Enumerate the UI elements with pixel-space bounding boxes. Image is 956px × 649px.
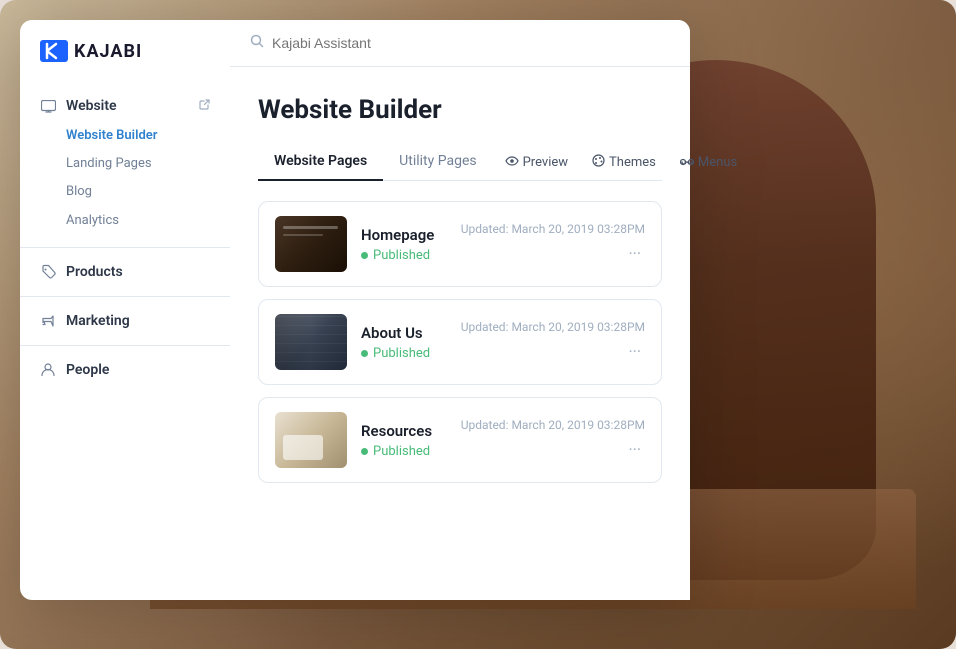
card-menu-aboutus[interactable]: ··· — [624, 338, 645, 365]
thumbnail-aboutus — [275, 314, 347, 370]
sidebar-item-landing-pages[interactable]: Landing Pages — [66, 150, 230, 178]
updated-homepage: Updated: March 20, 2019 03:28PM — [461, 222, 645, 236]
updated-aboutus: Updated: March 20, 2019 03:28PM — [461, 320, 645, 334]
sidebar-item-website[interactable]: Website — [20, 90, 230, 122]
status-resources: Published — [361, 444, 447, 459]
status-aboutus: Published — [361, 346, 447, 361]
status-homepage: Published — [361, 248, 447, 263]
search-input[interactable] — [272, 35, 670, 51]
page-card-homepage[interactable]: Homepage Published Updated: March 20, 20… — [258, 201, 662, 287]
website-section: Website Website Builder Landing Pages Bl… — [20, 86, 230, 239]
sidebar-item-products[interactable]: Products — [20, 256, 230, 288]
search-bar — [230, 20, 690, 67]
website-label: Website — [66, 98, 117, 114]
card-menu-resources[interactable]: ··· — [624, 436, 645, 463]
people-label: People — [66, 362, 109, 378]
status-dot-homepage — [361, 252, 368, 259]
thumbnail-homepage — [275, 216, 347, 272]
card-info-aboutus: About Us Published — [361, 324, 447, 361]
divider-3 — [20, 345, 230, 346]
thumbnail-resources — [275, 412, 347, 468]
products-label: Products — [66, 264, 123, 280]
eye-icon — [505, 155, 519, 170]
logo: KAJABI — [20, 40, 230, 86]
kajabi-logo-icon — [40, 40, 68, 62]
website-sub-items: Website Builder Landing Pages Blog Analy… — [20, 122, 230, 235]
card-info-resources: Resources Published — [361, 422, 447, 459]
logo-text: KAJABI — [74, 41, 142, 62]
card-info-homepage: Homepage Published — [361, 226, 447, 263]
updated-resources: Updated: March 20, 2019 03:28PM — [461, 418, 645, 432]
divider-1 — [20, 247, 230, 248]
preview-label: Preview — [523, 155, 568, 170]
status-label-homepage: Published — [373, 248, 430, 263]
external-link-icon — [199, 99, 210, 113]
sidebar-item-people[interactable]: People — [20, 354, 230, 386]
link-icon — [680, 155, 694, 170]
tab-utility-pages[interactable]: Utility Pages — [383, 145, 492, 181]
menus-action[interactable]: Menus — [668, 149, 749, 176]
card-right-resources: Updated: March 20, 2019 03:28PM ··· — [461, 418, 645, 463]
app-window: KAJABI Website — [20, 20, 690, 600]
themes-action[interactable]: Themes — [580, 148, 668, 177]
sidebar-item-analytics[interactable]: Analytics — [66, 207, 230, 235]
palette-icon — [592, 154, 605, 171]
status-label-resources: Published — [373, 444, 430, 459]
divider-2 — [20, 296, 230, 297]
main-panel: Website Builder Website Pages Utility Pa… — [230, 20, 690, 600]
menus-label: Menus — [698, 155, 737, 170]
tabs-bar: Website Pages Utility Pages Preview — [258, 145, 662, 181]
page-name-homepage: Homepage — [361, 226, 447, 244]
page-card-aboutus[interactable]: About Us Published Updated: March 20, 20… — [258, 299, 662, 385]
megaphone-icon — [40, 313, 56, 329]
sidebar-item-website-builder[interactable]: Website Builder — [66, 122, 230, 150]
status-label-aboutus: Published — [373, 346, 430, 361]
preview-action[interactable]: Preview — [493, 149, 580, 176]
themes-label: Themes — [609, 155, 656, 170]
monitor-icon — [40, 98, 56, 114]
tab-website-pages[interactable]: Website Pages — [258, 145, 383, 181]
sidebar: KAJABI Website — [20, 20, 230, 600]
card-right-homepage: Updated: March 20, 2019 03:28PM ··· — [461, 222, 645, 267]
page-title: Website Builder — [258, 95, 662, 125]
status-dot-resources — [361, 448, 368, 455]
page-card-resources[interactable]: Resources Published Updated: March 20, 2… — [258, 397, 662, 483]
marketing-label: Marketing — [66, 313, 130, 329]
content-area: Website Builder Website Pages Utility Pa… — [230, 67, 690, 600]
status-dot-aboutus — [361, 350, 368, 357]
person-icon — [40, 362, 56, 378]
sidebar-item-blog[interactable]: Blog — [66, 178, 230, 206]
search-icon — [250, 34, 264, 52]
page-name-resources: Resources — [361, 422, 447, 440]
card-right-aboutus: Updated: March 20, 2019 03:28PM ··· — [461, 320, 645, 365]
card-menu-homepage[interactable]: ··· — [624, 240, 645, 267]
tag-icon — [40, 264, 56, 280]
sidebar-item-marketing[interactable]: Marketing — [20, 305, 230, 337]
page-name-aboutus: About Us — [361, 324, 447, 342]
